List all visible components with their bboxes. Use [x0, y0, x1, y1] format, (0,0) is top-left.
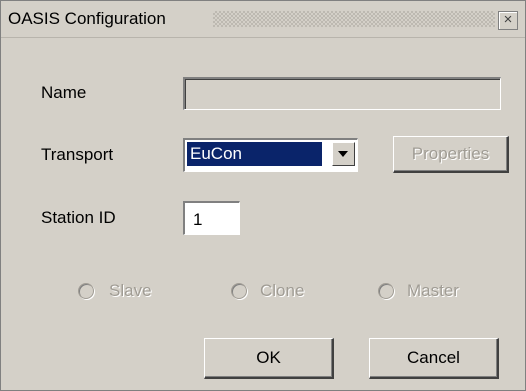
- master-radio[interactable]: [378, 283, 394, 299]
- transport-selected-value: EuCon: [187, 142, 322, 166]
- name-field: [183, 77, 501, 110]
- oasis-configuration-dialog: OASIS Configuration × Name Transport EuC…: [0, 0, 526, 391]
- cancel-button[interactable]: Cancel: [369, 338, 499, 379]
- slave-radio-label: Slave: [109, 281, 152, 300]
- clone-radio[interactable]: [231, 283, 247, 299]
- transport-label: Transport: [41, 145, 114, 164]
- transport-select[interactable]: EuCon: [183, 138, 358, 172]
- close-icon[interactable]: ×: [498, 11, 518, 30]
- clone-radio-label: Clone: [260, 281, 305, 300]
- station-id-label: Station ID: [41, 208, 116, 227]
- properties-button[interactable]: Properties: [393, 136, 509, 173]
- chevron-down-icon[interactable]: [332, 142, 355, 166]
- title-bar-pattern: [213, 11, 495, 27]
- master-radio-label: Master: [407, 281, 459, 300]
- window-title: OASIS Configuration: [8, 8, 172, 30]
- slave-radio[interactable]: [78, 283, 94, 299]
- name-label: Name: [41, 83, 87, 102]
- title-bar[interactable]: OASIS Configuration ×: [1, 1, 525, 38]
- ok-button[interactable]: OK: [204, 338, 334, 379]
- station-id-input[interactable]: 1: [183, 201, 240, 235]
